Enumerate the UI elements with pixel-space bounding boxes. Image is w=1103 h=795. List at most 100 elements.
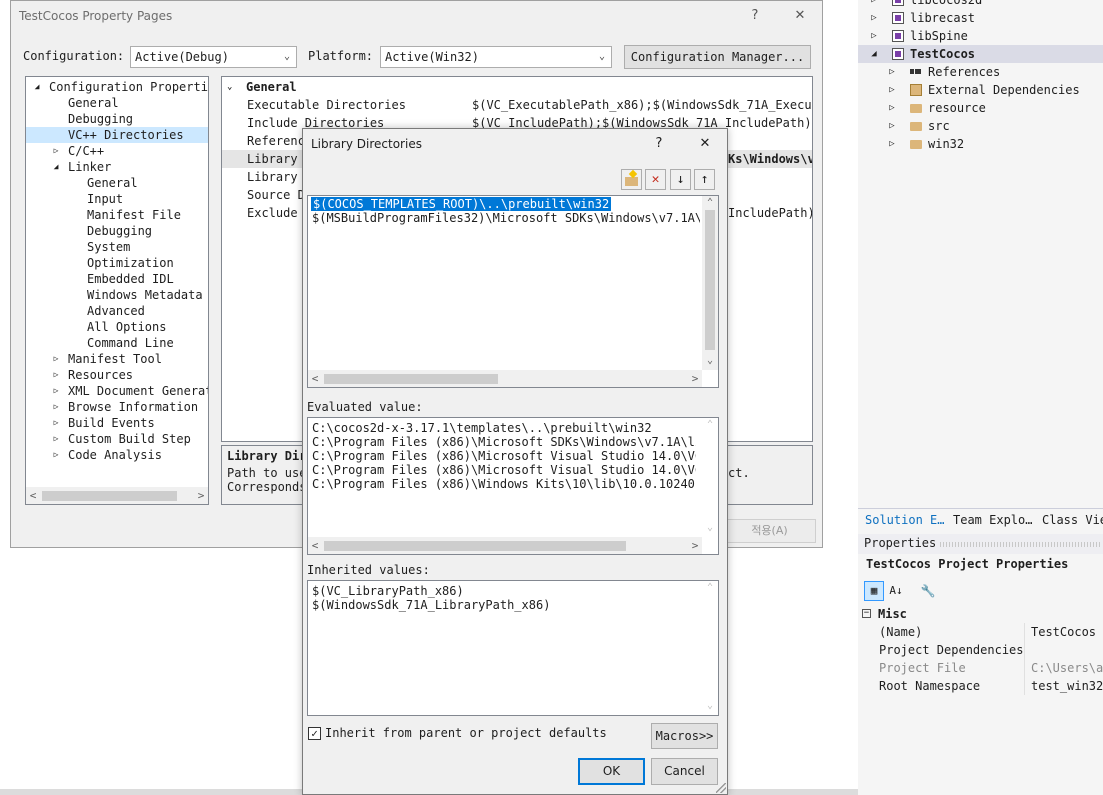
tab-team-explorer[interactable]: Team Explo… (953, 511, 1032, 529)
scroll-down-icon[interactable]: ⌄ (702, 354, 718, 368)
property-row-project-dependencies[interactable]: Project Dependencies (858, 641, 1103, 659)
tree-item-system[interactable]: System (26, 239, 208, 255)
tree-horizontal-scrollbar[interactable]: < > (26, 487, 208, 504)
ok-button[interactable]: OK (578, 758, 645, 785)
expand-arrow-icon[interactable]: ▷ (887, 63, 897, 81)
tree-item-xml-document-generator[interactable]: ▷ XML Document Generat (26, 383, 208, 399)
property-category-misc[interactable]: − Misc (858, 605, 1103, 623)
scroll-right-icon[interactable]: > (194, 487, 208, 504)
tree-item-code-analysis[interactable]: ▷ Code Analysis (26, 447, 208, 463)
solution-item-testcocos[interactable]: ◢ TestCocos (858, 45, 1103, 63)
tree-item-debugging[interactable]: Debugging (26, 111, 208, 127)
tree-item-embedded-idl[interactable]: Embedded IDL (26, 271, 208, 287)
tree-item-linker-debugging[interactable]: Debugging (26, 223, 208, 239)
delete-line-button[interactable]: ✕ (645, 169, 666, 190)
grid-section-general[interactable]: ⌄ General (222, 78, 812, 96)
expand-arrow-icon[interactable]: ▷ (51, 143, 61, 159)
property-row-project-file[interactable]: Project File C:\Users\ad (858, 659, 1103, 677)
collapse-arrow-icon[interactable]: ◢ (32, 79, 42, 95)
solution-item-libspine[interactable]: ▷ libSpine (858, 27, 1103, 45)
tree-item-all-options[interactable]: All Options (26, 319, 208, 335)
tree-item-linker-input[interactable]: Input (26, 191, 208, 207)
tree-item-windows-metadata[interactable]: Windows Metadata (26, 287, 208, 303)
expand-arrow-icon[interactable]: ▷ (887, 99, 897, 117)
directories-editor[interactable]: $(COCOS_TEMPLATES_ROOT)\..\prebuilt\win3… (307, 195, 719, 388)
tab-solution-explorer[interactable]: Solution E… (865, 511, 944, 529)
solution-item-src[interactable]: ▷ src (858, 117, 1103, 135)
solution-item-libcocos2d[interactable]: ▷ libcocos2d (858, 0, 1103, 9)
configuration-manager-button[interactable]: Configuration Manager... (624, 45, 811, 69)
tree-item-browse-information[interactable]: ▷ Browse Information (26, 399, 208, 415)
new-line-button[interactable] (621, 169, 642, 190)
expand-arrow-icon[interactable]: ▷ (51, 447, 61, 463)
cancel-button[interactable]: Cancel (651, 758, 718, 785)
tree-item-configuration-properties[interactable]: ◢ Configuration Properties (26, 79, 208, 95)
close-icon[interactable]: ✕ (694, 133, 716, 155)
evaluated-vertical-scrollbar[interactable]: ⌃ ⌄ (702, 418, 718, 537)
property-pages-wrench-icon[interactable]: 🔧 (918, 581, 938, 601)
property-row-name[interactable]: (Name) TestCocos (858, 623, 1103, 641)
expand-arrow-icon[interactable]: ▷ (869, 27, 879, 45)
scrollbar-thumb[interactable] (324, 374, 498, 384)
directory-entry[interactable]: $(MSBuildProgramFiles32)\Microsoft SDKs\… (312, 211, 700, 225)
collapse-box-icon[interactable]: − (862, 609, 871, 618)
scrollbar-thumb[interactable] (42, 491, 177, 501)
scrollbar-thumb[interactable] (705, 210, 715, 350)
tree-item-optimization[interactable]: Optimization (26, 255, 208, 271)
tree-item-linker-general[interactable]: General (26, 175, 208, 191)
solution-item-win32[interactable]: ▷ win32 (858, 135, 1103, 153)
expand-arrow-icon[interactable]: ▷ (51, 399, 61, 415)
collapse-arrow-icon[interactable]: ◢ (51, 159, 61, 175)
collapse-arrow-icon[interactable]: ◢ (869, 45, 879, 63)
move-up-button[interactable]: ↑ (694, 169, 715, 190)
solution-item-references[interactable]: ▷ References (858, 63, 1103, 81)
apply-button[interactable]: 적용(A) (723, 519, 816, 543)
move-down-button[interactable]: ↓ (670, 169, 691, 190)
tree-item-linker[interactable]: ◢ Linker (26, 159, 208, 175)
configuration-dropdown[interactable]: Active(Debug) ⌄ (130, 46, 297, 68)
resize-grip-icon[interactable] (716, 783, 726, 793)
scroll-up-icon[interactable]: ⌃ (702, 196, 718, 210)
tab-class-view[interactable]: Class Vie (1042, 511, 1103, 529)
help-icon[interactable]: ? (744, 5, 766, 27)
scroll-up-icon[interactable]: ⌃ (702, 581, 718, 595)
property-row-root-namespace[interactable]: Root Namespace test_win32 (858, 677, 1103, 695)
editor-vertical-scrollbar[interactable]: ⌃ ⌄ (702, 196, 718, 370)
tree-item-custom-build-step[interactable]: ▷ Custom Build Step (26, 431, 208, 447)
tree-item-manifest-tool[interactable]: ▷ Manifest Tool (26, 351, 208, 367)
expand-arrow-icon[interactable]: ▷ (869, 9, 879, 27)
platform-dropdown[interactable]: Active(Win32) ⌄ (380, 46, 612, 68)
editor-horizontal-scrollbar[interactable]: < > (308, 370, 702, 387)
inherit-checkbox[interactable]: ✓ (308, 727, 321, 740)
scroll-up-icon[interactable]: ⌃ (702, 418, 718, 432)
expand-arrow-icon[interactable]: ▷ (51, 351, 61, 367)
expand-arrow-icon[interactable]: ▷ (51, 367, 61, 383)
expand-arrow-icon[interactable]: ▷ (869, 0, 879, 9)
collapse-arrow-icon[interactable]: ⌄ (227, 78, 232, 96)
scroll-right-icon[interactable]: > (688, 370, 702, 387)
directory-entry[interactable]: $(COCOS_TEMPLATES_ROOT)\..\prebuilt\win3… (311, 197, 612, 211)
tree-item-command-line[interactable]: Command Line (26, 335, 208, 351)
help-icon[interactable]: ? (648, 133, 670, 155)
tree-item-build-events[interactable]: ▷ Build Events (26, 415, 208, 431)
expand-arrow-icon[interactable]: ▷ (887, 117, 897, 135)
scroll-left-icon[interactable]: < (308, 537, 322, 554)
macros-button[interactable]: Macros>> (651, 723, 718, 749)
scrollbar-thumb[interactable] (324, 541, 626, 551)
tree-item-general[interactable]: General (26, 95, 208, 111)
scroll-left-icon[interactable]: < (308, 370, 322, 387)
expand-arrow-icon[interactable]: ▷ (51, 383, 61, 399)
evaluated-horizontal-scrollbar[interactable]: < > (308, 537, 702, 554)
inherit-checkbox-label[interactable]: Inherit from parent or project defaults (325, 726, 607, 740)
scroll-down-icon[interactable]: ⌄ (702, 521, 718, 535)
expand-arrow-icon[interactable]: ▷ (887, 81, 897, 99)
expand-arrow-icon[interactable]: ▷ (51, 415, 61, 431)
tree-item-vc-directories[interactable]: VC++ Directories (26, 127, 208, 143)
scroll-left-icon[interactable]: < (26, 487, 40, 504)
tree-item-c-cpp[interactable]: ▷ C/C++ (26, 143, 208, 159)
solution-item-librecast[interactable]: ▷ librecast (858, 9, 1103, 27)
tree-item-advanced[interactable]: Advanced (26, 303, 208, 319)
alphabetical-sort-icon[interactable]: A↓ (886, 581, 906, 601)
solution-item-resource[interactable]: ▷ resource (858, 99, 1103, 117)
scroll-right-icon[interactable]: > (688, 537, 702, 554)
